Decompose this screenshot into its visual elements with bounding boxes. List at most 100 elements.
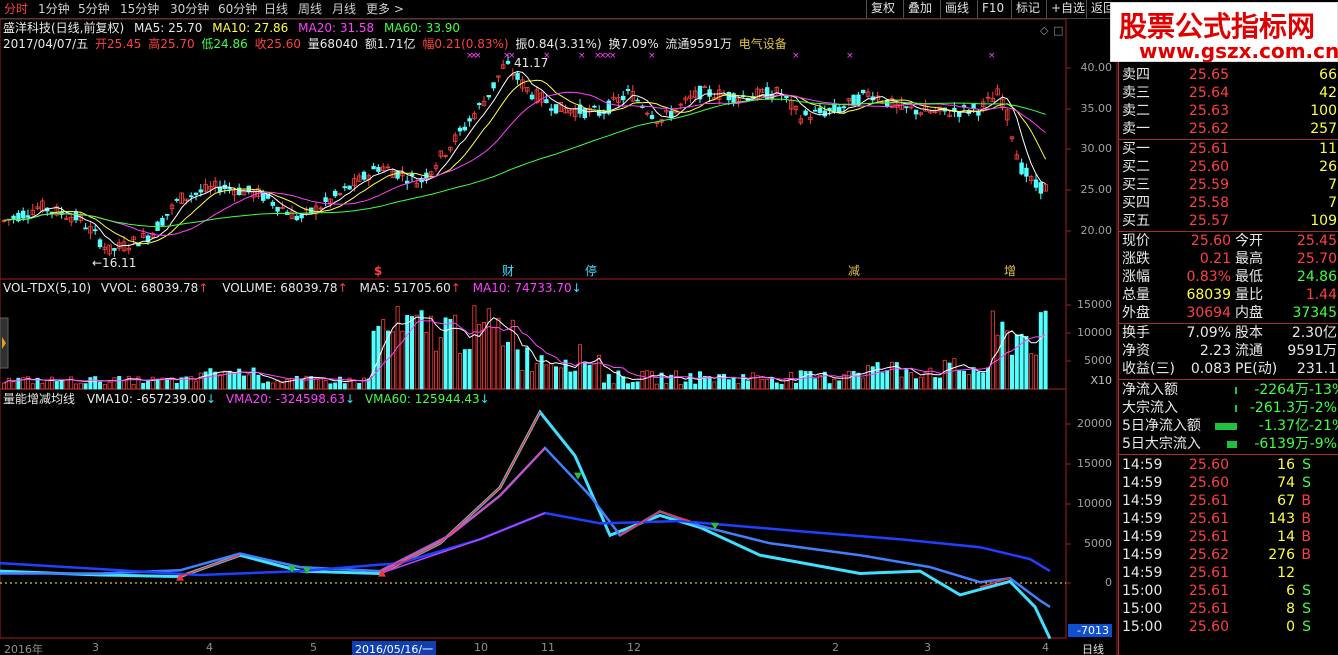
price-ytick: 40.00 [1080, 61, 1113, 74]
amplitude-label: 振0.84(3.31%) [515, 37, 602, 51]
indicator-ytick: 15000 [1077, 457, 1112, 470]
candle-body [1019, 162, 1024, 175]
volume-bar [405, 315, 410, 390]
xaxis-label: 2 [832, 641, 839, 654]
event-marker-dividend[interactable]: $ [374, 264, 382, 279]
ask-row[interactable]: 卖二 25.63 100 [1119, 102, 1338, 120]
overlay-button[interactable]: 叠加 [903, 0, 936, 18]
ask-row[interactable]: 卖一 25.62 257 [1119, 120, 1338, 138]
trade-row: 14:59 25.60 16 S [1119, 456, 1338, 474]
volume-bar [318, 378, 323, 390]
volume-bar [938, 377, 943, 390]
bid-row[interactable]: 买三 25.59 7 [1119, 176, 1338, 194]
volume-bar [626, 383, 631, 390]
tab-weekly[interactable]: 周线 [298, 1, 322, 18]
draw-button[interactable]: 画线 [940, 0, 973, 18]
mark-button[interactable]: 标记 [1011, 0, 1044, 18]
event-marker-increase[interactable]: 增 [1004, 264, 1016, 279]
window-icon: □ [1053, 24, 1063, 37]
volume-bar [472, 305, 477, 390]
trade-price: 25.60 [1188, 475, 1229, 491]
ask-label: 卖一 [1122, 121, 1150, 137]
volume-bar [621, 376, 626, 390]
event-marker-suspend[interactable]: 停 [585, 264, 597, 279]
chart-canvas[interactable]: ××× ×× × × ×××× × × × ×◇ □ [0, 0, 1118, 655]
quote-panel: 卖四 25.65 66 卖三 25.64 42 卖二 25.63 100 卖一 25.62 257 买一… [1118, 62, 1338, 655]
volume-bar [357, 383, 362, 390]
date-label: 2017/04/07/五 [3, 37, 89, 51]
tab-30min[interactable]: 30分钟 [170, 1, 209, 18]
volume-bar [698, 371, 703, 390]
tab-daily[interactable]: 日线 [264, 1, 288, 18]
stat-value: 30694 [1186, 305, 1231, 321]
volume-bar [678, 384, 683, 390]
volume-bar [232, 373, 237, 390]
trade-side: S [1302, 583, 1311, 599]
volume-bar [390, 331, 395, 390]
vma20-label: VMA20: -324598.63 [225, 392, 345, 406]
flow-row: 5日净流入额 -1.37亿-21% [1119, 417, 1338, 435]
volume-bar [414, 314, 419, 390]
stat-label: 内盘 [1235, 305, 1263, 321]
divider [1119, 379, 1338, 380]
ask-price: 25.64 [1188, 85, 1229, 101]
trade-price: 25.61 [1188, 583, 1229, 599]
bid-row[interactable]: 买五 25.57 109 [1119, 212, 1338, 230]
candle-body [93, 229, 98, 232]
candle-body [529, 94, 535, 100]
tab-monthly[interactable]: 月线 [332, 1, 356, 18]
candle-body [323, 197, 328, 202]
volume-bar [217, 374, 222, 390]
trade-price: 25.61 [1188, 529, 1229, 545]
tab-1min[interactable]: 1分钟 [38, 1, 70, 18]
bid-row[interactable]: 买一 25.61 11 [1119, 140, 1338, 158]
stat-value: 231.1 [1296, 361, 1337, 377]
candle-body [227, 187, 232, 190]
volume-bar [549, 362, 554, 390]
tab-5min[interactable]: 5分钟 [78, 1, 110, 18]
volume-bar [40, 382, 45, 390]
flow-bar [1235, 387, 1237, 394]
volume-bar [313, 378, 318, 390]
ask-row[interactable]: 卖三 25.64 42 [1119, 84, 1338, 102]
volume-bar [525, 347, 530, 390]
period-label[interactable]: 日线 [1082, 641, 1104, 655]
stat-value: 25.60 [1190, 233, 1231, 249]
volume-bar [544, 364, 549, 390]
change-label: 幅0.21(0.83%) [422, 37, 509, 51]
volume-bar [78, 382, 83, 390]
volume-bar [457, 353, 462, 390]
bid-row[interactable]: 买四 25.58 7 [1119, 194, 1338, 212]
stat-label: 换手 [1122, 325, 1150, 341]
volume-bar [832, 378, 837, 390]
volume-bar [981, 372, 986, 390]
stat-value: 0.083 [1190, 361, 1231, 377]
tab-intraday[interactable]: 分时 [4, 1, 28, 18]
candle-body [491, 82, 496, 89]
f10-button[interactable]: F10 [977, 0, 1008, 18]
flow-value: -6139万 [1254, 436, 1309, 452]
trade-time: 14:59 [1122, 565, 1163, 581]
trade-volume: 74 [1277, 475, 1295, 491]
tab-more[interactable]: 更多 > [366, 1, 404, 18]
volume-bar [726, 379, 731, 390]
stat-value: 0.83% [1186, 269, 1231, 285]
candle-body [515, 73, 520, 80]
volume-bar [323, 380, 328, 390]
trade-row: 15:00 25.60 0 S [1119, 618, 1338, 636]
xaxis-label: 11 [541, 641, 555, 654]
volume-bar [54, 381, 59, 390]
bid-row[interactable]: 买二 25.60 26 [1119, 158, 1338, 176]
tab-15min[interactable]: 15分钟 [120, 1, 159, 18]
adjust-button[interactable]: 复权 [866, 0, 899, 18]
event-marker-finance[interactable]: 财 [502, 264, 514, 279]
candle-body [467, 118, 472, 122]
volume-bar [890, 361, 895, 390]
trade-time: 14:59 [1122, 457, 1163, 473]
tab-60min[interactable]: 60分钟 [218, 1, 257, 18]
add-watchlist-button[interactable]: +自选 [1046, 0, 1089, 18]
ask-row[interactable]: 卖四 25.65 66 [1119, 66, 1338, 84]
event-marker-reduce[interactable]: 减 [848, 264, 860, 279]
volume-bar [914, 378, 919, 390]
volume-bar [664, 383, 669, 390]
